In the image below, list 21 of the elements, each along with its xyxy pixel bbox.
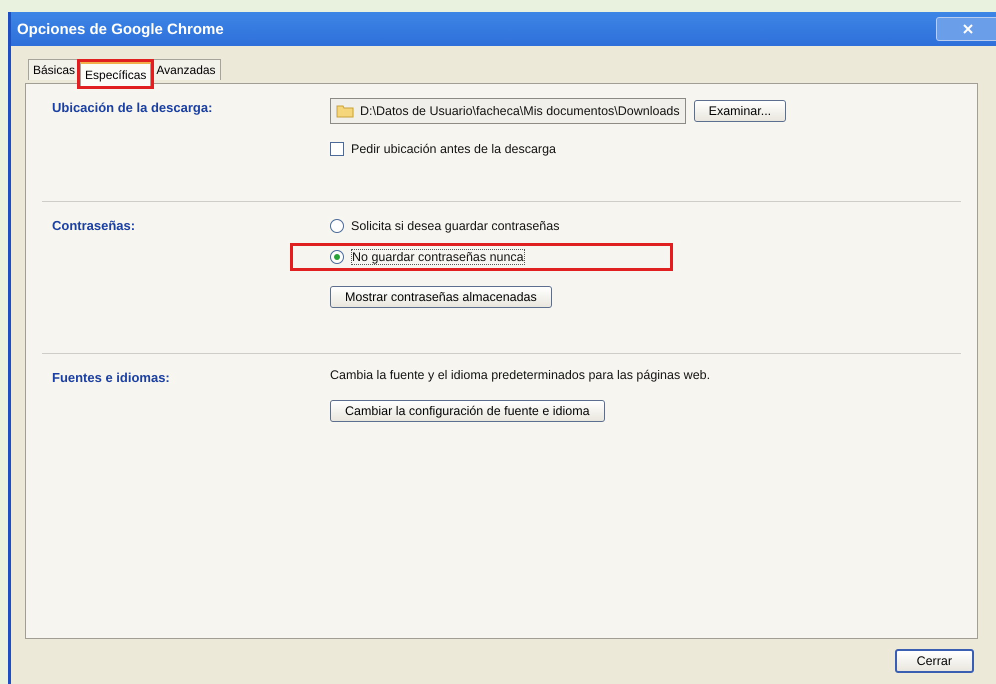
browse-button[interactable]: Examinar... bbox=[694, 100, 786, 122]
radio-button[interactable] bbox=[330, 250, 344, 264]
action-button[interactable]: Mostrar contraseñas almacenadas bbox=[330, 286, 552, 308]
folder-icon bbox=[336, 104, 354, 118]
checkbox[interactable] bbox=[330, 142, 344, 156]
section-title: Contraseñas: bbox=[52, 217, 136, 235]
close-button[interactable] bbox=[936, 17, 996, 41]
section-title: Ubicación de la descarga: bbox=[52, 99, 214, 117]
tab[interactable]: Avanzadas bbox=[151, 59, 221, 80]
action-button[interactable]: Cambiar la configuración de fuente e idioma bbox=[330, 400, 605, 422]
tab[interactable]: Específicas bbox=[80, 62, 152, 86]
checkbox-label: Pedir ubicación antes de la descarga bbox=[351, 142, 556, 156]
radio-label: Solicita si desea guardar contraseñas bbox=[351, 219, 560, 233]
radio-button[interactable] bbox=[330, 219, 344, 233]
close-icon bbox=[962, 24, 974, 34]
path-field[interactable]: D:\Datos de Usuario\facheca\Mis documentos\Downloads bbox=[330, 98, 686, 124]
window-title: Opciones de Google Chrome bbox=[17, 20, 224, 38]
radio-label: No guardar contraseñas nunca bbox=[351, 249, 525, 265]
close-dialog-button[interactable]: Cerrar bbox=[894, 649, 974, 673]
section-title: Fuentes e idiomas: bbox=[52, 369, 171, 387]
description-text: Cambia la fuente y el idioma predeterminados para las páginas web. bbox=[330, 368, 710, 382]
